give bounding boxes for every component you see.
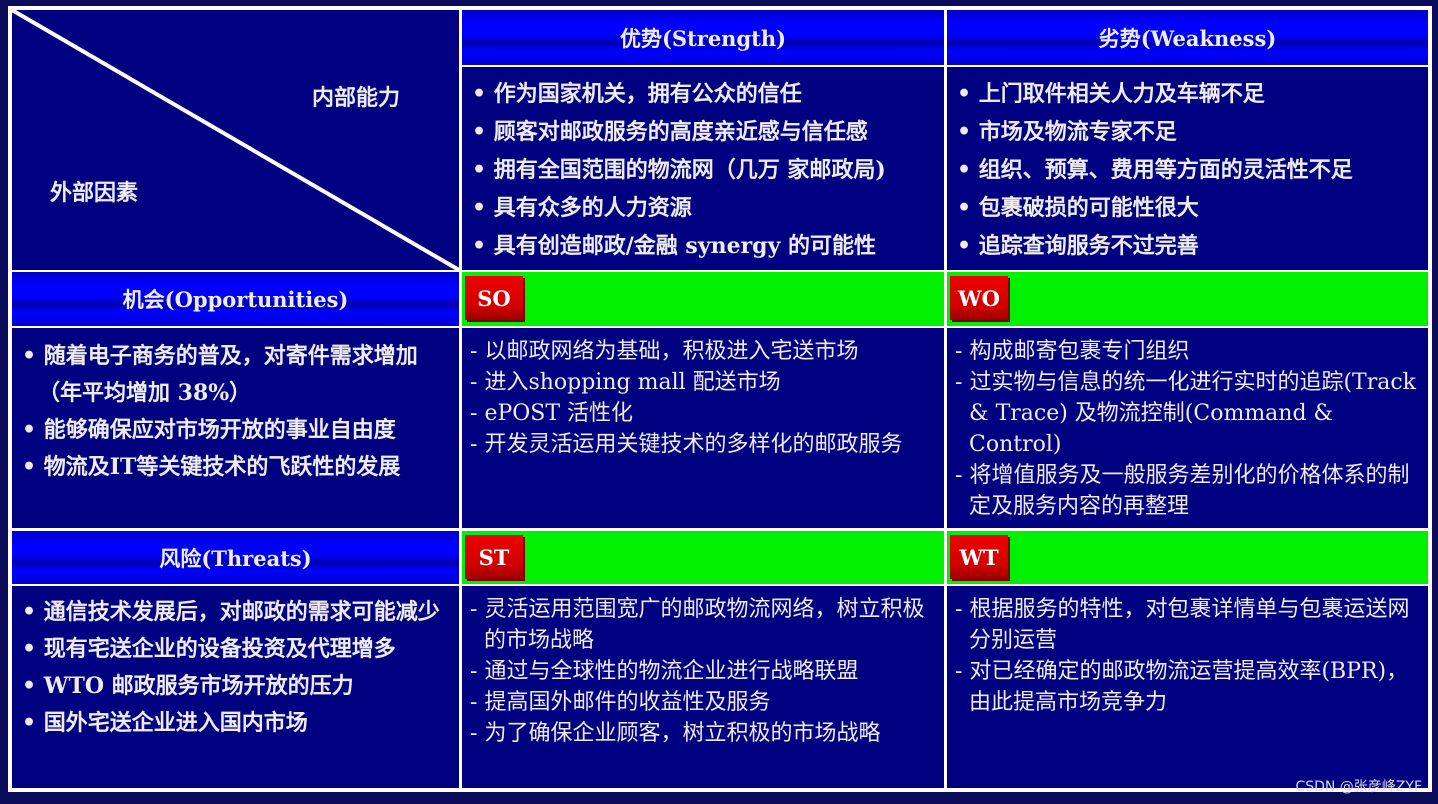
st-strategy-item: 提高国外邮件的收益性及服务 <box>466 687 940 718</box>
wo-cell: 构成邮寄包裹专门组织过实物与信息的统一化进行实时的追踪(Track & Trac… <box>947 328 1428 528</box>
corner-cell: 内部能力 外部因素 <box>12 10 459 270</box>
diagonal-line <box>12 10 459 270</box>
threat-item: 通信技术发展后，对邮政的需求可能减少 <box>16 594 455 631</box>
so-cell: 以邮政网络为基础，积极进入宅送市场进入shopping mall 配送市场ePO… <box>462 328 944 528</box>
wt-strategy-item: 对已经确定的邮政物流运营提高效率(BPR)，由此提高市场竞争力 <box>951 656 1424 718</box>
weakness-item: 市场及物流专家不足 <box>953 113 1428 151</box>
weakness-item: 追踪查询服务不过完善 <box>953 227 1428 265</box>
st-bar: ST <box>462 531 944 584</box>
watermark: CSDN @张彦峰ZYF <box>1295 779 1422 795</box>
st-cell: 灵活运用范围宽广的邮政物流网络，树立积极的市场战略通过与全球性的物流企业进行战略… <box>462 586 944 788</box>
external-label: 外部因素 <box>50 180 139 206</box>
strength-item: 具有众多的人力资源 <box>468 189 944 227</box>
strength-item: 拥有全国范围的物流网（几万 家邮政局) <box>468 151 944 189</box>
st-strategy-item: 灵活运用范围宽广的邮政物流网络，树立积极的市场战略 <box>466 594 940 656</box>
so-strategy-item: ePOST 活性化 <box>466 398 940 429</box>
threat-item: 现有宅送企业的设备投资及代理增多 <box>16 631 455 668</box>
strength-item: 具有创造邮政/金融 synergy 的可能性 <box>468 227 944 265</box>
opportunity-item: 随着电子商务的普及，对寄件需求增加 （年平均增加 38%） <box>16 338 455 412</box>
strength-item: 作为国家机关，拥有公众的信任 <box>468 75 944 113</box>
weakness-item: 包裹破损的可能性很大 <box>953 189 1428 227</box>
so-badge: SO <box>465 276 523 320</box>
wt-cell: 根据服务的特性，对包裹详情单与包裹运送网分别运营对已经确定的邮政物流运营提高效率… <box>947 586 1428 788</box>
opportunities-cell: 随着电子商务的普及，对寄件需求增加 （年平均增加 38%）能够确保应对市场开放的… <box>12 328 459 528</box>
wo-strategy-item: 过实物与信息的统一化进行实时的追踪(Track & Trace) 及物流控制(C… <box>951 367 1424 460</box>
wt-bar: WT <box>947 531 1428 584</box>
st-strategy-item: 为了确保企业顾客，树立积极的市场战略 <box>466 718 940 749</box>
threats-cell: 通信技术发展后，对邮政的需求可能减少现有宅送企业的设备投资及代理增多WTO 邮政… <box>12 586 459 788</box>
strengths-cell: 作为国家机关，拥有公众的信任顾客对邮政服务的高度亲近感与信任感拥有全国范围的物流… <box>462 67 944 270</box>
opportunity-item: 能够确保应对市场开放的事业自由度 <box>16 412 455 449</box>
strength-item: 顾客对邮政服务的高度亲近感与信任感 <box>468 113 944 151</box>
weakness-header: 劣势(Weakness) <box>947 10 1428 65</box>
weaknesses-cell: 上门取件相关人力及车辆不足市场及物流专家不足组织、预算、费用等方面的灵活性不足包… <box>947 67 1428 270</box>
so-strategy-item: 以邮政网络为基础，积极进入宅送市场 <box>466 336 940 367</box>
wt-strategy-item: 根据服务的特性，对包裹详情单与包裹运送网分别运营 <box>951 594 1424 656</box>
so-strategy-item: 进入shopping mall 配送市场 <box>466 367 940 398</box>
weakness-item: 组织、预算、费用等方面的灵活性不足 <box>953 151 1428 189</box>
wo-strategy-item: 构成邮寄包裹专门组织 <box>951 336 1424 367</box>
threat-item: 国外宅送企业进入国内市场 <box>16 705 455 742</box>
st-badge: ST <box>465 535 523 579</box>
strength-header: 优势(Strength) <box>462 10 944 65</box>
threat-item: WTO 邮政服务市场开放的压力 <box>16 668 455 705</box>
st-strategy-item: 通过与全球性的物流企业进行战略联盟 <box>466 656 940 687</box>
wo-bar: WO <box>947 272 1428 326</box>
internal-label: 内部能力 <box>312 85 401 111</box>
opportunities-header: 机会(Opportunities) <box>12 272 459 326</box>
so-strategy-item: 开发灵活运用关键技术的多样化的邮政服务 <box>466 429 940 460</box>
wo-strategy-item: 将增值服务及一般服务差别化的价格体系的制定及服务内容的再整理 <box>951 460 1424 522</box>
so-bar: SO <box>462 272 944 326</box>
opportunity-item: 物流及IT等关键技术的飞跃性的发展 <box>16 449 455 486</box>
weakness-item: 上门取件相关人力及车辆不足 <box>953 75 1428 113</box>
wt-badge: WT <box>950 535 1008 579</box>
wo-badge: WO <box>950 276 1008 320</box>
threats-header: 风险(Threats) <box>12 531 459 584</box>
